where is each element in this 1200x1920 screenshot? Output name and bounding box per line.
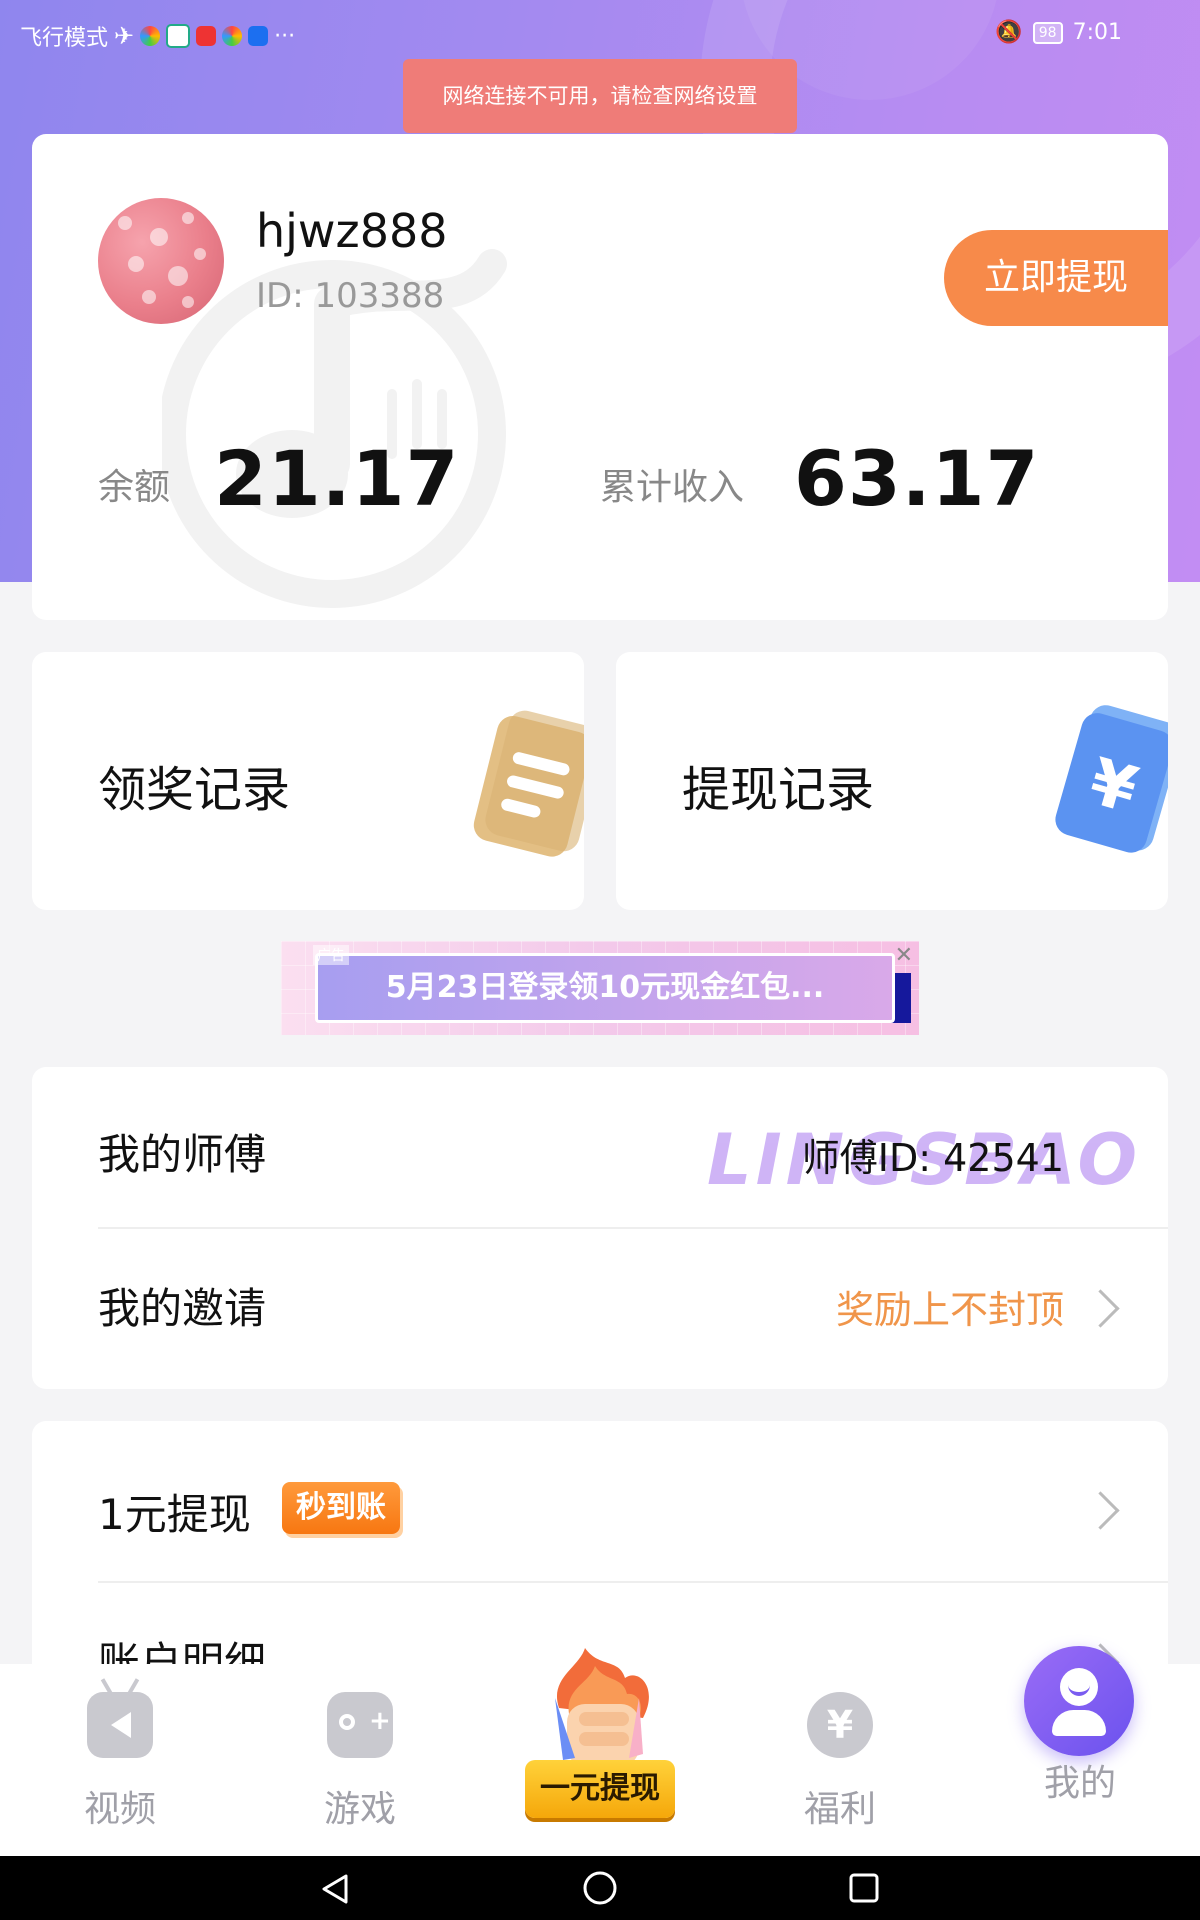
recents-icon[interactable]: [848, 1872, 880, 1904]
invite-reward-text: 奖励上不封顶: [835, 1288, 1064, 1332]
mute-bell-icon: 🔕: [995, 20, 1023, 45]
app-notification-icon: [166, 24, 191, 48]
withdraw-now-button[interactable]: 立即提现: [944, 230, 1168, 326]
system-navigation-bar: [0, 1856, 1200, 1920]
my-invite-label: 我的邀请: [98, 1284, 267, 1333]
balance-label: 余额: [98, 467, 171, 508]
more-notifications: ···: [274, 23, 296, 49]
master-row[interactable]: 我的师傅 LINGSBAO 师傅ID: 42541: [32, 1067, 1168, 1227]
tv-icon: [87, 1678, 153, 1758]
close-icon[interactable]: ✕: [895, 943, 913, 968]
master-id: 师傅ID: 42541: [801, 1136, 1064, 1180]
user-id: ID: 103388: [256, 276, 445, 316]
ad-banner[interactable]: 5月23日登录领10元现金红包... 广告 ✕: [281, 941, 919, 1035]
yuan-book-icon: ¥: [1055, 705, 1168, 853]
back-icon[interactable]: [318, 1872, 352, 1906]
nav-mine-label: 我的: [1043, 1763, 1116, 1804]
airplane-icon: ✈: [114, 22, 135, 50]
nav-video-label: 视频: [83, 1789, 156, 1830]
app-notification-icon: [248, 26, 269, 46]
battery-icon: 98: [1032, 21, 1063, 44]
status-bar: 飞行模式 ✈ ··· 🔕 98 7:01: [0, 0, 1200, 66]
home-icon[interactable]: [582, 1870, 618, 1906]
invite-card: 我的师傅 LINGSBAO 师傅ID: 42541 我的邀请 奖励上不封顶: [32, 1067, 1168, 1389]
ad-banner-text: 5月23日登录领10元现金红包...: [315, 953, 895, 1023]
nav-games-label: 游戏: [323, 1789, 396, 1830]
bottom-nav: 视频 + 游戏 一元提现 ¥ 福利 我的: [0, 1646, 1200, 1856]
username: hjwz888: [256, 204, 448, 258]
one-yuan-withdraw-label: 1元提现: [98, 1490, 251, 1539]
battery-level: 98: [1038, 24, 1057, 41]
nav-welfare-label: 福利: [803, 1789, 876, 1830]
airplane-mode-label: 飞行模式: [20, 26, 109, 51]
withdraw-records-card[interactable]: 提现记录 ¥: [616, 652, 1168, 910]
nav-mine[interactable]: 我的: [1000, 1754, 1160, 1806]
gamepad-icon: +: [327, 1692, 393, 1758]
document-icon: [473, 710, 584, 857]
avatar[interactable]: [98, 198, 224, 324]
one-yuan-withdraw-label: 一元提现: [525, 1760, 675, 1818]
thumbs-up-fist-icon: [555, 1648, 649, 1766]
nav-one-yuan-withdraw[interactable]: 一元提现: [521, 1648, 679, 1838]
app-notification-icon: [222, 26, 243, 46]
user-profile-icon: [1024, 1646, 1134, 1756]
network-error-toast: 网络连接不可用，请检查网络设置: [403, 59, 797, 133]
nav-games[interactable]: + 游戏: [280, 1692, 440, 1832]
one-yuan-withdraw-row[interactable]: 1元提现 秒到账: [32, 1421, 1168, 1581]
yuan-coin-icon: ¥: [807, 1692, 873, 1758]
app-notification-icon: [196, 26, 217, 46]
total-income-label: 累计收入: [600, 467, 745, 508]
clock: 7:01: [1072, 20, 1122, 45]
withdraw-records-label: 提现记录: [682, 762, 875, 818]
reward-records-card[interactable]: 领奖记录: [32, 652, 584, 910]
chevron-right-icon: [1081, 1491, 1120, 1530]
invite-row[interactable]: 我的邀请 奖励上不封顶: [32, 1229, 1168, 1389]
total-income-value: 63.17: [794, 434, 1040, 523]
nav-welfare[interactable]: ¥ 福利: [760, 1692, 920, 1832]
ad-tag: 广告: [313, 945, 349, 965]
nav-video[interactable]: 视频: [40, 1678, 200, 1832]
my-master-label: 我的师傅: [98, 1130, 267, 1179]
app-notification-icon: [140, 26, 161, 46]
reward-records-label: 领奖记录: [98, 762, 291, 818]
instant-arrival-badge: 秒到账: [282, 1482, 400, 1534]
profile-card: hjwz888 ID: 103388 立即提现 余额 21.17 累计收入 63…: [32, 134, 1168, 620]
balance-value: 21.17: [214, 434, 460, 523]
chevron-right-icon: [1081, 1289, 1120, 1328]
